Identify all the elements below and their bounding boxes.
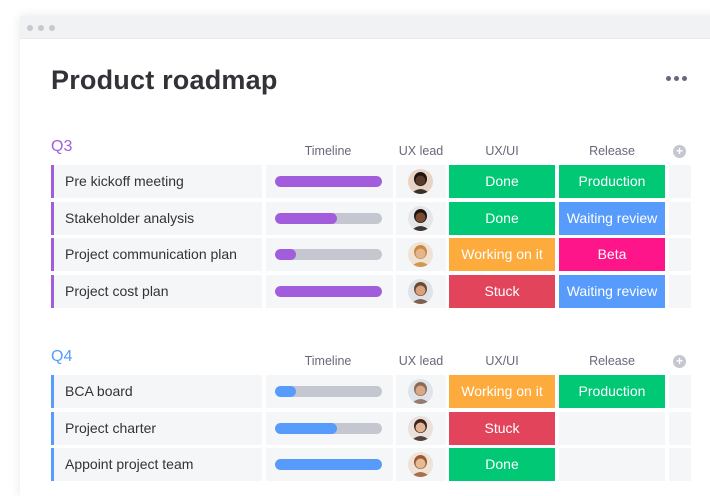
page-title: Product roadmap [51,65,278,95]
timeline-cell[interactable] [266,274,393,308]
timeline-bar [275,249,382,260]
empty-cell[interactable] [669,411,691,445]
ux-lead-cell[interactable] [396,238,446,271]
timeline-bar [275,422,382,434]
timeline-fill [275,285,382,297]
ux-ui-status[interactable]: Done [449,165,555,198]
ux-ui-status[interactable]: Stuck [449,411,555,445]
timeline-bar [275,176,382,187]
ux-lead-cell[interactable] [396,448,446,481]
column-header-timeline[interactable]: Timeline [286,354,370,368]
release-status[interactable]: Production [559,375,665,408]
column-header-timeline[interactable]: Timeline [286,144,370,158]
empty-cell[interactable] [669,274,691,308]
release-status[interactable]: Production [559,165,665,198]
item-name-cell[interactable]: Stakeholder analysis [51,201,262,235]
board-window: Product roadmap Q3 Timeline UX lead UX/U… [20,16,710,496]
timeline-fill [275,386,297,397]
item-name: Stakeholder analysis [65,209,195,226]
timeline-fill [275,249,297,260]
ux-ui-status[interactable]: Stuck [449,274,555,308]
item-name-cell[interactable]: Project cost plan [51,274,262,308]
group-title[interactable]: Q3 [51,138,72,156]
ux-lead-cell[interactable] [396,411,446,445]
item-name: Appoint project team [65,456,194,472]
timeline-bar [275,212,382,224]
timeline-bar [275,459,382,470]
user-avatar-icon[interactable] [408,452,433,477]
timeline-bar [275,386,382,397]
timeline-cell[interactable] [266,448,393,481]
item-name-cell[interactable]: Project charter [51,411,262,445]
ux-lead-cell[interactable] [396,375,446,408]
empty-cell[interactable] [669,238,691,271]
timeline-fill [275,212,338,224]
ux-lead-cell[interactable] [396,165,446,198]
user-avatar-icon[interactable] [408,242,433,267]
ux-lead-cell[interactable] [396,201,446,235]
window-dot-icon [49,25,55,31]
timeline-fill [275,176,382,187]
ux-ui-status[interactable]: Working on it [449,375,555,408]
user-avatar-icon[interactable] [408,169,433,194]
timeline-fill [275,459,382,470]
item-name: Project cost plan [65,282,169,299]
release-status[interactable] [559,448,665,481]
user-avatar-icon[interactable] [408,379,433,404]
column-header-ux-ui[interactable]: UX/UI [451,144,553,158]
item-name-cell[interactable]: BCA board [51,375,262,408]
timeline-cell[interactable] [266,165,393,198]
empty-cell[interactable] [669,375,691,408]
add-column-icon[interactable]: + [673,145,686,158]
add-column-icon[interactable]: + [673,355,686,368]
timeline-cell[interactable] [266,201,393,235]
column-header-ux-lead[interactable]: UX lead [391,144,451,158]
timeline-cell[interactable] [266,411,393,445]
release-status[interactable]: Waiting review [559,274,665,308]
ux-ui-status[interactable]: Done [449,448,555,481]
item-name-cell[interactable]: Appoint project team [51,448,262,481]
ux-ui-status[interactable]: Done [449,201,555,235]
column-header-release[interactable]: Release [561,144,663,158]
window-dot-icon [38,25,44,31]
more-options-icon[interactable] [666,75,688,83]
column-header-ux-ui[interactable]: UX/UI [451,354,553,368]
empty-cell[interactable] [669,201,691,235]
timeline-cell[interactable] [266,238,393,271]
user-avatar-icon[interactable] [408,278,433,304]
column-header-ux-lead[interactable]: UX lead [391,354,451,368]
item-name: Project charter [65,419,157,436]
column-header-release[interactable]: Release [561,354,663,368]
empty-cell[interactable] [669,165,691,198]
timeline-cell[interactable] [266,375,393,408]
empty-cell[interactable] [669,448,691,481]
ux-ui-status[interactable]: Working on it [449,238,555,271]
window-dot-icon [27,25,33,31]
item-name: BCA board [65,383,133,399]
group-title[interactable]: Q4 [51,348,72,366]
user-avatar-icon[interactable] [408,415,433,441]
timeline-bar [275,285,382,297]
ux-lead-cell[interactable] [396,274,446,308]
item-name: Pre kickoff meeting [65,173,184,189]
timeline-fill [275,422,338,434]
release-status[interactable]: Beta [559,238,665,271]
item-name: Project communication plan [65,246,237,262]
release-status[interactable] [559,411,665,445]
user-avatar-icon[interactable] [408,205,433,231]
item-name-cell[interactable]: Project communication plan [51,238,262,271]
release-status[interactable]: Waiting review [559,201,665,235]
item-name-cell[interactable]: Pre kickoff meeting [51,165,262,198]
window-titlebar [20,16,710,39]
